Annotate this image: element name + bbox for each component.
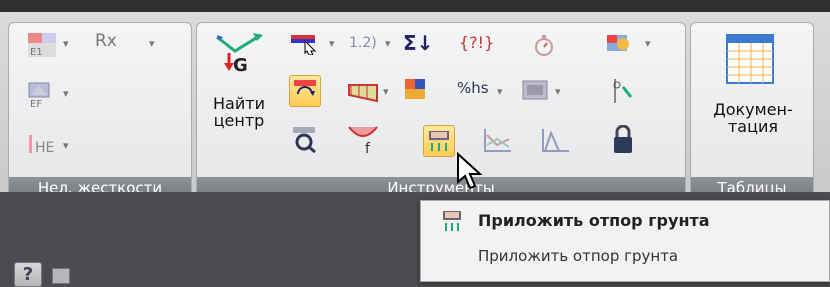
documentation-button[interactable]: Докумен- тация: [699, 101, 807, 135]
find-center-button[interactable]: Найти центр: [207, 95, 271, 129]
check-icon[interactable]: {?!}: [459, 33, 494, 52]
rotate-icon: [292, 78, 318, 104]
refresh-icon[interactable]: [605, 31, 633, 57]
menu-item-description: Приложить отпор грунта: [478, 247, 679, 265]
stiffness-group: E1 ▾ Rx ▾ EF ▾ HE ▾ Нел. жесткости: [8, 22, 192, 200]
mouse-cursor-icon: [454, 151, 488, 192]
he-dropdown[interactable]: ▾: [63, 139, 69, 152]
peak-icon[interactable]: [541, 127, 571, 153]
diagram-f-icon[interactable]: f: [345, 123, 381, 155]
load-diagram-icon[interactable]: [347, 79, 379, 103]
tools-group: G Найти центр ▾ 1.2) ▾ Σ↓ {?!} ▾ ▾ %hs ▾: [196, 22, 686, 200]
film-dropdown[interactable]: ▾: [555, 85, 561, 98]
search-icon[interactable]: [291, 125, 321, 153]
svg-text:EF: EF: [30, 99, 42, 109]
film-icon[interactable]: [521, 79, 549, 101]
graph-icon[interactable]: [483, 127, 513, 153]
e1-dropdown[interactable]: ▾: [63, 37, 69, 50]
tables-group: Докумен- тация Таблицы: [690, 22, 814, 200]
percent-hs-dropdown[interactable]: ▾: [497, 85, 503, 98]
soil-icon: [427, 129, 451, 153]
minimize-button[interactable]: [52, 268, 70, 284]
numbering-icon[interactable]: 1.2): [349, 35, 377, 51]
percent-hs-icon[interactable]: %hs: [457, 79, 489, 97]
ribbon: E1 ▾ Rx ▾ EF ▾ HE ▾ Нел. жесткости G Най…: [0, 12, 830, 200]
panel-icon[interactable]: [403, 77, 427, 103]
svg-text:G: G: [233, 55, 248, 73]
window-top-bar: [0, 0, 830, 12]
timer-icon[interactable]: [533, 33, 555, 57]
tool-strip-icon[interactable]: [291, 33, 321, 55]
load-diagram-dropdown[interactable]: ▾: [383, 85, 389, 98]
find-center-icon[interactable]: G: [213, 31, 265, 73]
e1-icon[interactable]: E1: [27, 31, 57, 59]
svg-text:f: f: [365, 141, 371, 155]
ef-icon[interactable]: EF: [27, 81, 57, 109]
svg-text:HE: HE: [35, 140, 54, 156]
pipes-icon[interactable]: [609, 77, 635, 105]
rx-icon[interactable]: Rx: [95, 31, 117, 51]
sum-icon[interactable]: Σ↓: [403, 31, 433, 55]
tool-strip-dropdown[interactable]: ▾: [329, 37, 335, 50]
menu-item-apply-soil[interactable]: Приложить отпор грунта: [421, 207, 829, 239]
refresh-dropdown[interactable]: ▾: [645, 37, 651, 50]
tooltip-menu: Приложить отпор грунта Приложить отпор г…: [420, 200, 830, 282]
lock-icon[interactable]: [611, 125, 635, 155]
rx-dropdown[interactable]: ▾: [149, 37, 155, 50]
he-icon[interactable]: HE: [27, 131, 57, 159]
help-button[interactable]: ?: [14, 262, 42, 287]
svg-text:E1: E1: [30, 47, 43, 58]
soil-icon: [441, 209, 463, 233]
ef-dropdown[interactable]: ▾: [63, 87, 69, 100]
menu-item-title: Приложить отпор грунта: [478, 211, 710, 230]
table-icon[interactable]: [725, 33, 775, 85]
numbering-dropdown[interactable]: ▾: [385, 37, 391, 50]
